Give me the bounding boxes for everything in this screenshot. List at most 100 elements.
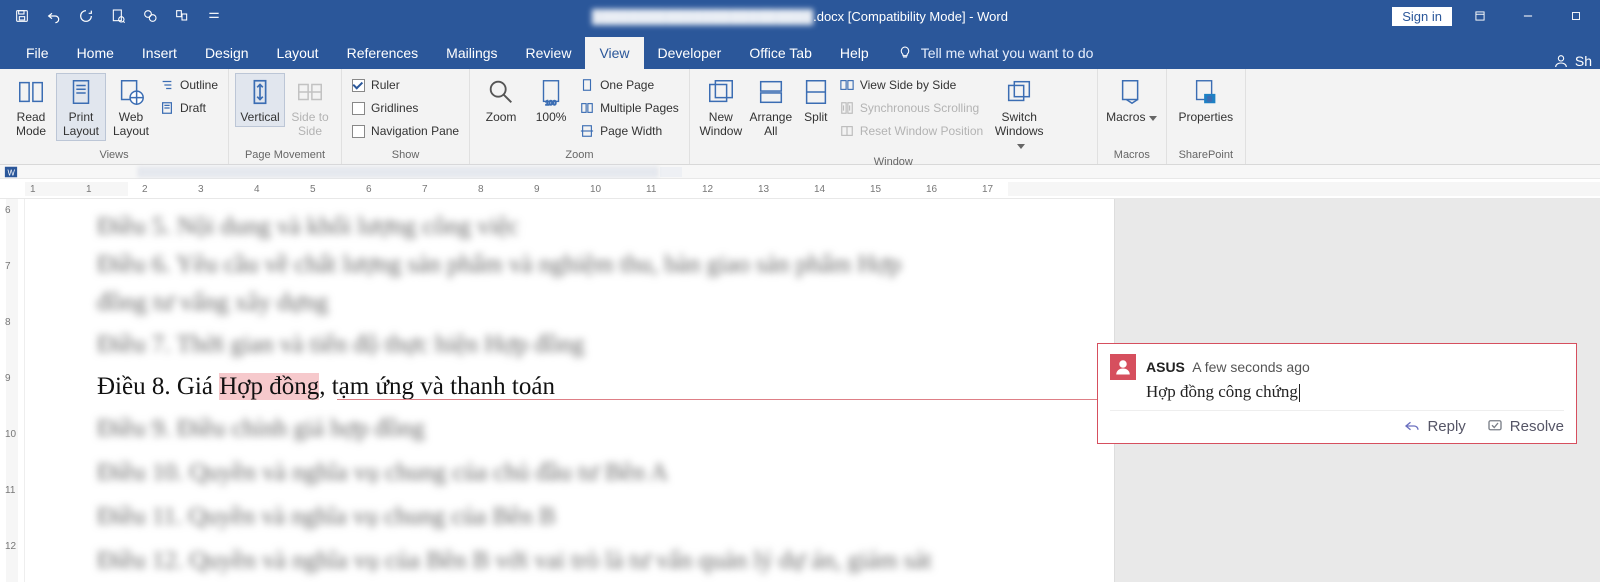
checkbox-icon bbox=[352, 102, 365, 115]
tell-me-label: Tell me what you want to do bbox=[921, 45, 1094, 61]
reset-pos-icon bbox=[840, 124, 854, 138]
document-tab-close[interactable] bbox=[660, 167, 682, 177]
tab-file[interactable]: File bbox=[12, 37, 63, 69]
globe-icon bbox=[114, 75, 148, 109]
navigation-pane-checkbox[interactable]: Navigation Pane bbox=[352, 121, 459, 141]
split-icon bbox=[799, 75, 833, 109]
multiple-pages-button[interactable]: Multiple Pages bbox=[580, 98, 679, 118]
split-button[interactable]: Split bbox=[796, 73, 836, 127]
draft-button[interactable]: Draft bbox=[160, 98, 218, 118]
checkbox-icon bbox=[352, 125, 365, 138]
checkbox-checked-icon bbox=[352, 79, 365, 92]
synchronous-scrolling-button: Synchronous Scrolling bbox=[840, 98, 983, 118]
resolve-icon bbox=[1486, 417, 1504, 435]
read-mode-button[interactable]: Read Mode bbox=[6, 73, 56, 141]
lightbulb-icon bbox=[897, 45, 913, 61]
print-layout-button[interactable]: Print Layout bbox=[56, 73, 106, 141]
multi-page-icon bbox=[580, 101, 594, 115]
tab-office-tab[interactable]: Office Tab bbox=[735, 37, 826, 69]
group-label-movement: Page Movement bbox=[235, 147, 335, 164]
draft-icon bbox=[160, 101, 174, 115]
tab-insert[interactable]: Insert bbox=[128, 37, 191, 69]
document-tab[interactable] bbox=[138, 167, 658, 177]
share-button[interactable]: Sh bbox=[1553, 53, 1600, 69]
tab-home[interactable]: Home bbox=[63, 37, 128, 69]
tab-mailings[interactable]: Mailings bbox=[432, 37, 511, 69]
sync-scroll-icon bbox=[840, 101, 854, 115]
arrows-horizontal-icon bbox=[293, 75, 327, 109]
tab-developer[interactable]: Developer bbox=[644, 37, 736, 69]
arrange-all-button[interactable]: Arrange All bbox=[746, 73, 796, 141]
one-page-button[interactable]: One Page bbox=[580, 75, 679, 95]
group-label-show: Show bbox=[348, 147, 463, 164]
blurred-line: Điều 5. Nội dung và khối lượng công việc bbox=[97, 213, 519, 240]
group-label-macros: Macros bbox=[1104, 147, 1160, 164]
undo-button[interactable] bbox=[40, 3, 68, 29]
comment-reply-button[interactable]: Reply bbox=[1403, 417, 1465, 435]
switch-windows-button[interactable]: Switch Windows bbox=[987, 73, 1051, 154]
vertical-ruler[interactable]: 6789101112 bbox=[0, 199, 25, 582]
group-label-views: Views bbox=[6, 147, 222, 164]
page-100-icon: 100 bbox=[534, 75, 568, 109]
save-button[interactable] bbox=[8, 3, 36, 29]
window-new-icon bbox=[704, 75, 738, 109]
blurred-line: Điều 9. Điều chính giá hợp đồng bbox=[97, 415, 425, 442]
ribbon-display-options-button[interactable] bbox=[1460, 3, 1500, 29]
vertical-button[interactable]: Vertical bbox=[235, 73, 285, 127]
horizontal-ruler[interactable]: 11234567891011121314151617 bbox=[0, 179, 1600, 199]
page-width-icon bbox=[580, 124, 594, 138]
redo-button[interactable] bbox=[72, 3, 100, 29]
magnifier-icon bbox=[484, 75, 518, 109]
comment-resolve-button[interactable]: Resolve bbox=[1486, 417, 1564, 435]
svg-text:100: 100 bbox=[545, 100, 556, 107]
group-label-window: Window bbox=[696, 154, 1091, 171]
svg-text:S: S bbox=[1207, 94, 1212, 103]
svg-text:W: W bbox=[8, 168, 16, 177]
reply-icon bbox=[1403, 417, 1421, 435]
qat-button-5[interactable] bbox=[136, 3, 164, 29]
outline-button[interactable]: Outline bbox=[160, 75, 218, 95]
tell-me-search[interactable]: Tell me what you want to do bbox=[883, 37, 1108, 69]
doc-text-selection: Hợp đồng bbox=[219, 373, 319, 400]
macros-button[interactable]: Macros bbox=[1104, 73, 1160, 127]
new-window-button[interactable]: New Window bbox=[696, 73, 746, 141]
macros-icon bbox=[1115, 75, 1149, 109]
doc-text-pre: Điều 8. Giá bbox=[97, 373, 219, 400]
comment-connector bbox=[337, 399, 1117, 400]
print-preview-button[interactable] bbox=[104, 3, 132, 29]
title-text: .docx [Compatibility Mode] - Word bbox=[813, 9, 1008, 24]
minimize-button[interactable] bbox=[1508, 3, 1548, 29]
zoom-button[interactable]: Zoom bbox=[476, 73, 526, 127]
view-side-by-side-button[interactable]: View Side by Side bbox=[840, 75, 983, 95]
tab-references[interactable]: References bbox=[333, 37, 433, 69]
comment-text[interactable]: Hợp đồng công chứng bbox=[1146, 382, 1564, 402]
qat-button-6[interactable] bbox=[168, 3, 196, 29]
gridlines-checkbox[interactable]: Gridlines bbox=[352, 98, 459, 118]
tab-view[interactable]: View bbox=[585, 37, 643, 69]
ruler-checkbox[interactable]: Ruler bbox=[352, 75, 459, 95]
web-layout-button[interactable]: Web Layout bbox=[106, 73, 156, 141]
blurred-line: Điều 10. Quyền và nghĩa vụ chung của chủ… bbox=[97, 459, 668, 486]
outline-icon bbox=[160, 78, 174, 92]
sign-in-button[interactable]: Sign in bbox=[1392, 7, 1452, 26]
share-label: Sh bbox=[1575, 53, 1592, 69]
blurred-line: Điều 12. Quyền và nghĩa vụ của Bên B với… bbox=[97, 547, 932, 574]
page-icon bbox=[64, 75, 98, 109]
tab-design[interactable]: Design bbox=[191, 37, 263, 69]
comment-box[interactable]: ASUS A few seconds ago Hợp đồng công chứ… bbox=[1097, 343, 1577, 444]
zoom-100-button[interactable]: 100 100% bbox=[526, 73, 576, 127]
book-icon bbox=[14, 75, 48, 109]
title-hidden: ████████████████████████ bbox=[592, 9, 813, 24]
properties-button[interactable]: S Properties bbox=[1173, 73, 1239, 127]
avatar-icon bbox=[1110, 354, 1136, 380]
arrange-icon bbox=[754, 75, 788, 109]
tab-review[interactable]: Review bbox=[512, 37, 586, 69]
document-visible-line[interactable]: Điều 8. Giá Hợp đồng, tạm ứng và thanh t… bbox=[97, 373, 1014, 401]
qat-customize-button[interactable] bbox=[200, 3, 228, 29]
side-to-side-button: Side to Side bbox=[285, 73, 335, 141]
group-label-sharepoint: SharePoint bbox=[1173, 147, 1239, 164]
maximize-button[interactable] bbox=[1556, 3, 1596, 29]
page-width-button[interactable]: Page Width bbox=[580, 121, 679, 141]
tab-layout[interactable]: Layout bbox=[263, 37, 333, 69]
tab-help[interactable]: Help bbox=[826, 37, 883, 69]
